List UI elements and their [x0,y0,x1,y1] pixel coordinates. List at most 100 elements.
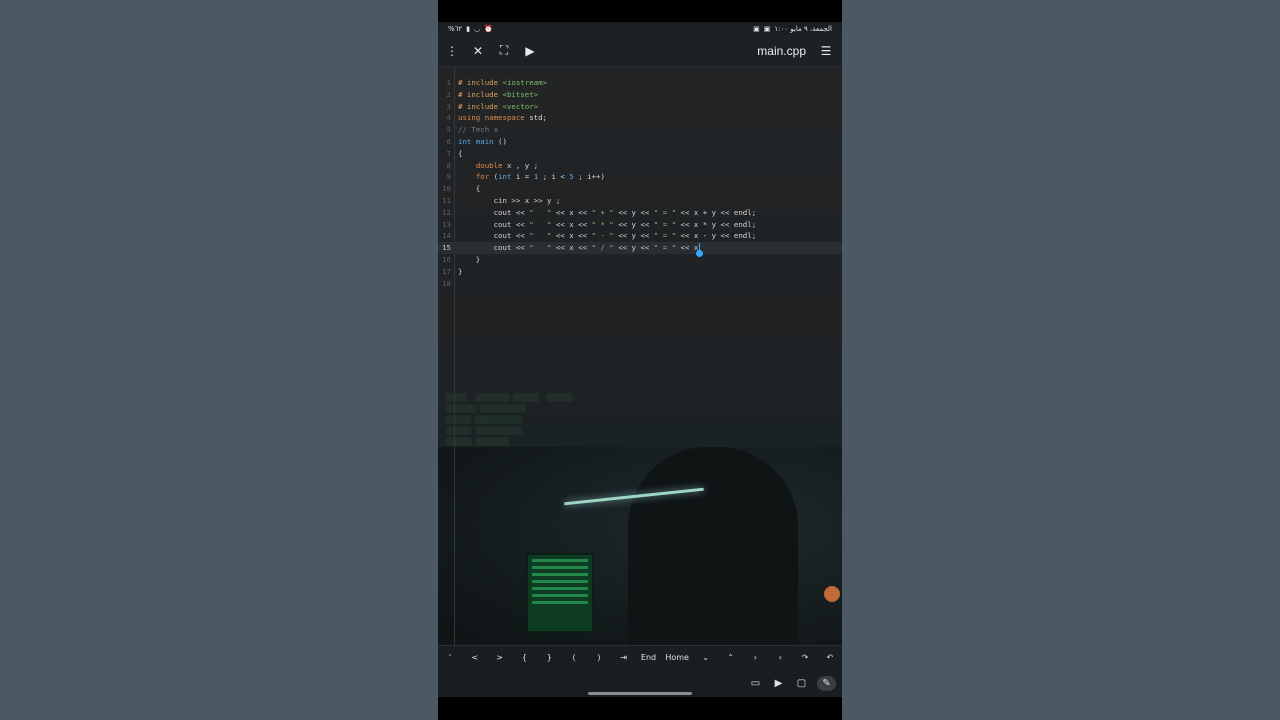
background-code-texture: ▒▒▒▒▒ ▒▒▒▒▒▒▒▒ ▒▒▒▒▒▒ ▒▒▒▒▒▒ ▒▒▒▒▒▒▒ ▒▒▒… [446,394,573,446]
code-token: int [498,172,512,182]
code-token: cout << [458,243,530,253]
line-number: 2 [446,89,451,99]
symbol-key[interactable]: } [541,653,557,662]
symbol-key[interactable]: > [492,653,508,662]
code-line[interactable]: 3 # include <vector> [438,101,842,113]
menu-icon[interactable]: ☰ [814,39,838,63]
play-icon[interactable]: ▶ [771,676,786,691]
code-token: << x + y << endl; [676,207,757,217]
code-token: x , y ; [502,160,539,170]
code-token: <bitset> [502,89,539,99]
terminal-icon[interactable]: ▭ [748,676,763,691]
folder-icon[interactable]: ▢ [794,676,809,691]
code-token: # include [458,89,503,99]
code-text: cout << " " << x << " + " << y << " = " … [458,207,757,219]
code-token: main [471,136,494,146]
code-token: using namespace [458,113,525,123]
code-line[interactable]: 15 cout << " " << x << " / " << y << " =… [438,242,842,258]
run-icon[interactable]: ▶ [518,39,542,63]
line-number: 15 [442,243,451,253]
symbol-key[interactable]: < [467,653,483,662]
code-token: } [458,266,463,276]
symbol-key[interactable]: ⌄ [698,653,714,662]
edit-icon[interactable]: ✎ [817,675,836,691]
symbol-key[interactable]: ) [591,653,607,662]
code-token: int [458,136,472,146]
code-line[interactable]: 12 cout << " " << x << " + " << y << " =… [438,207,842,219]
line-number: 9 [446,172,451,182]
code-token: cout << [458,219,530,229]
symbol-key[interactable]: Home [665,653,689,662]
fullscreen-icon[interactable]: ⛶ [492,39,516,63]
symbol-key[interactable]: End [641,653,657,662]
symbol-key[interactable]: ' [442,653,458,662]
symbol-key[interactable]: ⌃ [723,653,739,662]
code-token: " = " [653,243,677,253]
code-line[interactable]: 8 double x , y ; [438,160,842,172]
line-number: 10 [442,184,451,194]
code-text: double x , y ; [458,160,538,172]
phone-screen: %٦٢ ▮ ◡ ⏰ ▣ ▣ الجمعة، ٩ مايو ١:٠٠ ⋮ ✕ ⛶ … [438,0,842,720]
symbol-key[interactable]: › [747,653,763,662]
code-line[interactable]: 11 cin >> x >> y ; [438,195,842,207]
code-text: { [458,148,462,160]
code-text: } [458,266,462,278]
code-token: cout << [458,207,530,217]
code-token: << x << [551,231,592,241]
code-editor[interactable]: ▒▒▒▒▒ ▒▒▒▒▒▒▒▒ ▒▒▒▒▒▒ ▒▒▒▒▒▒ ▒▒▒▒▒▒▒ ▒▒▒… [438,67,842,645]
code-token: " + " [591,207,614,217]
code-token: " = " [653,231,677,241]
code-token: // Tech x [458,125,499,135]
code-line[interactable]: 14 cout << " " << x << " - " << y << " =… [438,230,842,242]
code-line[interactable]: 2 # include <bitset> [438,89,842,101]
code-line[interactable]: 5 // Tech x [438,124,842,136]
symbol-keys-bar: ' < > {} () ⇥ End Home ⌄ ⌃ › ‹ ↷ ↶ [438,645,842,669]
line-number: 16 [442,254,451,264]
symbol-key[interactable]: ↷ [797,653,813,662]
status-time: الجمعة، ٩ مايو ١:٠٠ [774,24,832,33]
code-lines[interactable]: 1 # include <iostream> 2 # include <bitset>… [438,77,842,289]
code-line[interactable]: 18 [438,278,842,290]
code-text: // Tech x [458,124,498,136]
symbol-key[interactable]: ⇥ [616,653,632,662]
code-token: << x - y << endl; [676,231,757,241]
code-line[interactable]: 13 cout << " " << x << " * " << y << " =… [438,219,842,231]
code-line[interactable]: 1 # include <iostream> [438,77,842,89]
symbol-key[interactable]: ( [566,653,582,662]
code-line[interactable]: 4 using namespace std; [438,112,842,124]
code-line[interactable]: 16 } [438,254,842,266]
symbol-key[interactable]: ‹ [772,653,788,662]
code-token: " * " [591,219,614,229]
code-text: # include <bitset> [458,89,538,101]
code-text: for (int i = 1 ; i < 5 ; i++) [458,171,605,183]
signal-icon: ▮ [466,24,471,33]
notification-icon: ▣ [763,24,771,33]
floating-bubble[interactable] [824,586,840,602]
code-token: " = " [653,219,677,229]
symbol-key[interactable]: { [516,653,532,662]
code-token: << x << [551,207,592,217]
battery-text: %٦٢ [448,24,463,33]
code-token: # include [458,101,503,111]
more-vert-icon[interactable]: ⋮ [440,39,464,63]
code-token: <vector> [502,101,539,111]
code-line[interactable]: 9 for (int i = 1 ; i < 5 ; i++) [438,171,842,183]
close-icon[interactable]: ✕ [466,39,490,63]
code-line[interactable]: 7{ [438,148,842,160]
code-token: # include [458,78,503,87]
notification-icon: ▣ [753,24,760,33]
code-text: cin >> x >> y ; [458,195,561,207]
code-line[interactable]: 10 { [438,183,842,195]
hooded-figure [628,447,798,645]
line-number: 13 [442,219,451,229]
code-token: ( [489,172,499,182]
code-token: i = [511,172,534,182]
symbol-key[interactable]: ↶ [822,653,838,662]
line-number: 1 [446,78,451,87]
line-number: 8 [446,160,451,170]
monitor-image [526,553,594,633]
code-line[interactable]: 17} [438,266,842,278]
code-line[interactable]: 6 int main () [438,136,842,148]
code-text: } [458,254,480,266]
home-gesture-pill[interactable] [588,692,692,695]
